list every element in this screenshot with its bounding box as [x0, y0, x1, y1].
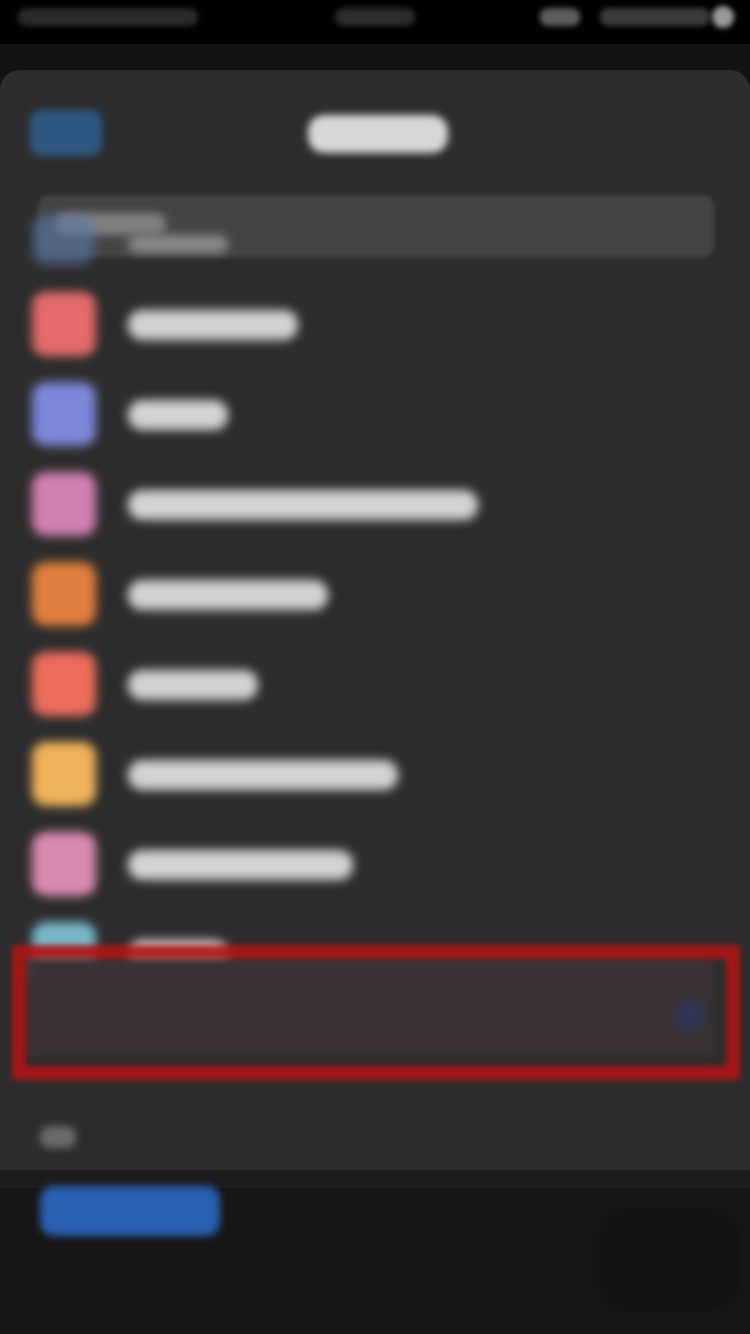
app-icon	[32, 215, 94, 265]
status-time	[18, 8, 198, 26]
app-list	[0, 185, 750, 995]
app-icon	[32, 832, 96, 896]
footer-label	[40, 1126, 76, 1148]
status-carrier	[335, 8, 415, 26]
sheet-title	[308, 115, 448, 153]
list-item-label	[128, 310, 298, 340]
list-item-4[interactable]	[0, 545, 750, 635]
home-indicator	[600, 1210, 740, 1310]
list-item-label	[128, 760, 398, 790]
list-item-label	[128, 235, 228, 253]
list-item-label	[128, 850, 353, 880]
app-icon	[32, 652, 96, 716]
list-item-3[interactable]	[0, 455, 750, 545]
app-icon	[32, 292, 96, 356]
back-button[interactable]	[30, 110, 102, 156]
chevron-right-icon	[676, 1000, 706, 1030]
status-bar	[0, 0, 750, 44]
wifi-icon	[540, 8, 580, 26]
list-item-0[interactable]	[0, 185, 750, 275]
bottom-panel	[0, 1170, 750, 1334]
status-indicators	[540, 6, 734, 28]
list-item-label	[128, 670, 258, 700]
battery-icon	[712, 6, 734, 28]
list-item-1[interactable]	[0, 275, 750, 365]
list-item-5[interactable]	[0, 635, 750, 725]
app-icon	[32, 742, 96, 806]
list-item-2[interactable]	[0, 365, 750, 455]
battery-text	[600, 8, 710, 26]
app-icon	[32, 472, 96, 536]
app-icon	[32, 562, 96, 626]
app-icon	[32, 382, 96, 446]
primary-button[interactable]	[40, 1186, 220, 1236]
list-item-6[interactable]	[0, 725, 750, 815]
list-item-label	[128, 580, 328, 610]
list-item-label	[128, 400, 228, 430]
list-item-label	[128, 490, 478, 520]
list-item-7[interactable]	[0, 815, 750, 905]
highlight-box	[12, 945, 740, 1080]
